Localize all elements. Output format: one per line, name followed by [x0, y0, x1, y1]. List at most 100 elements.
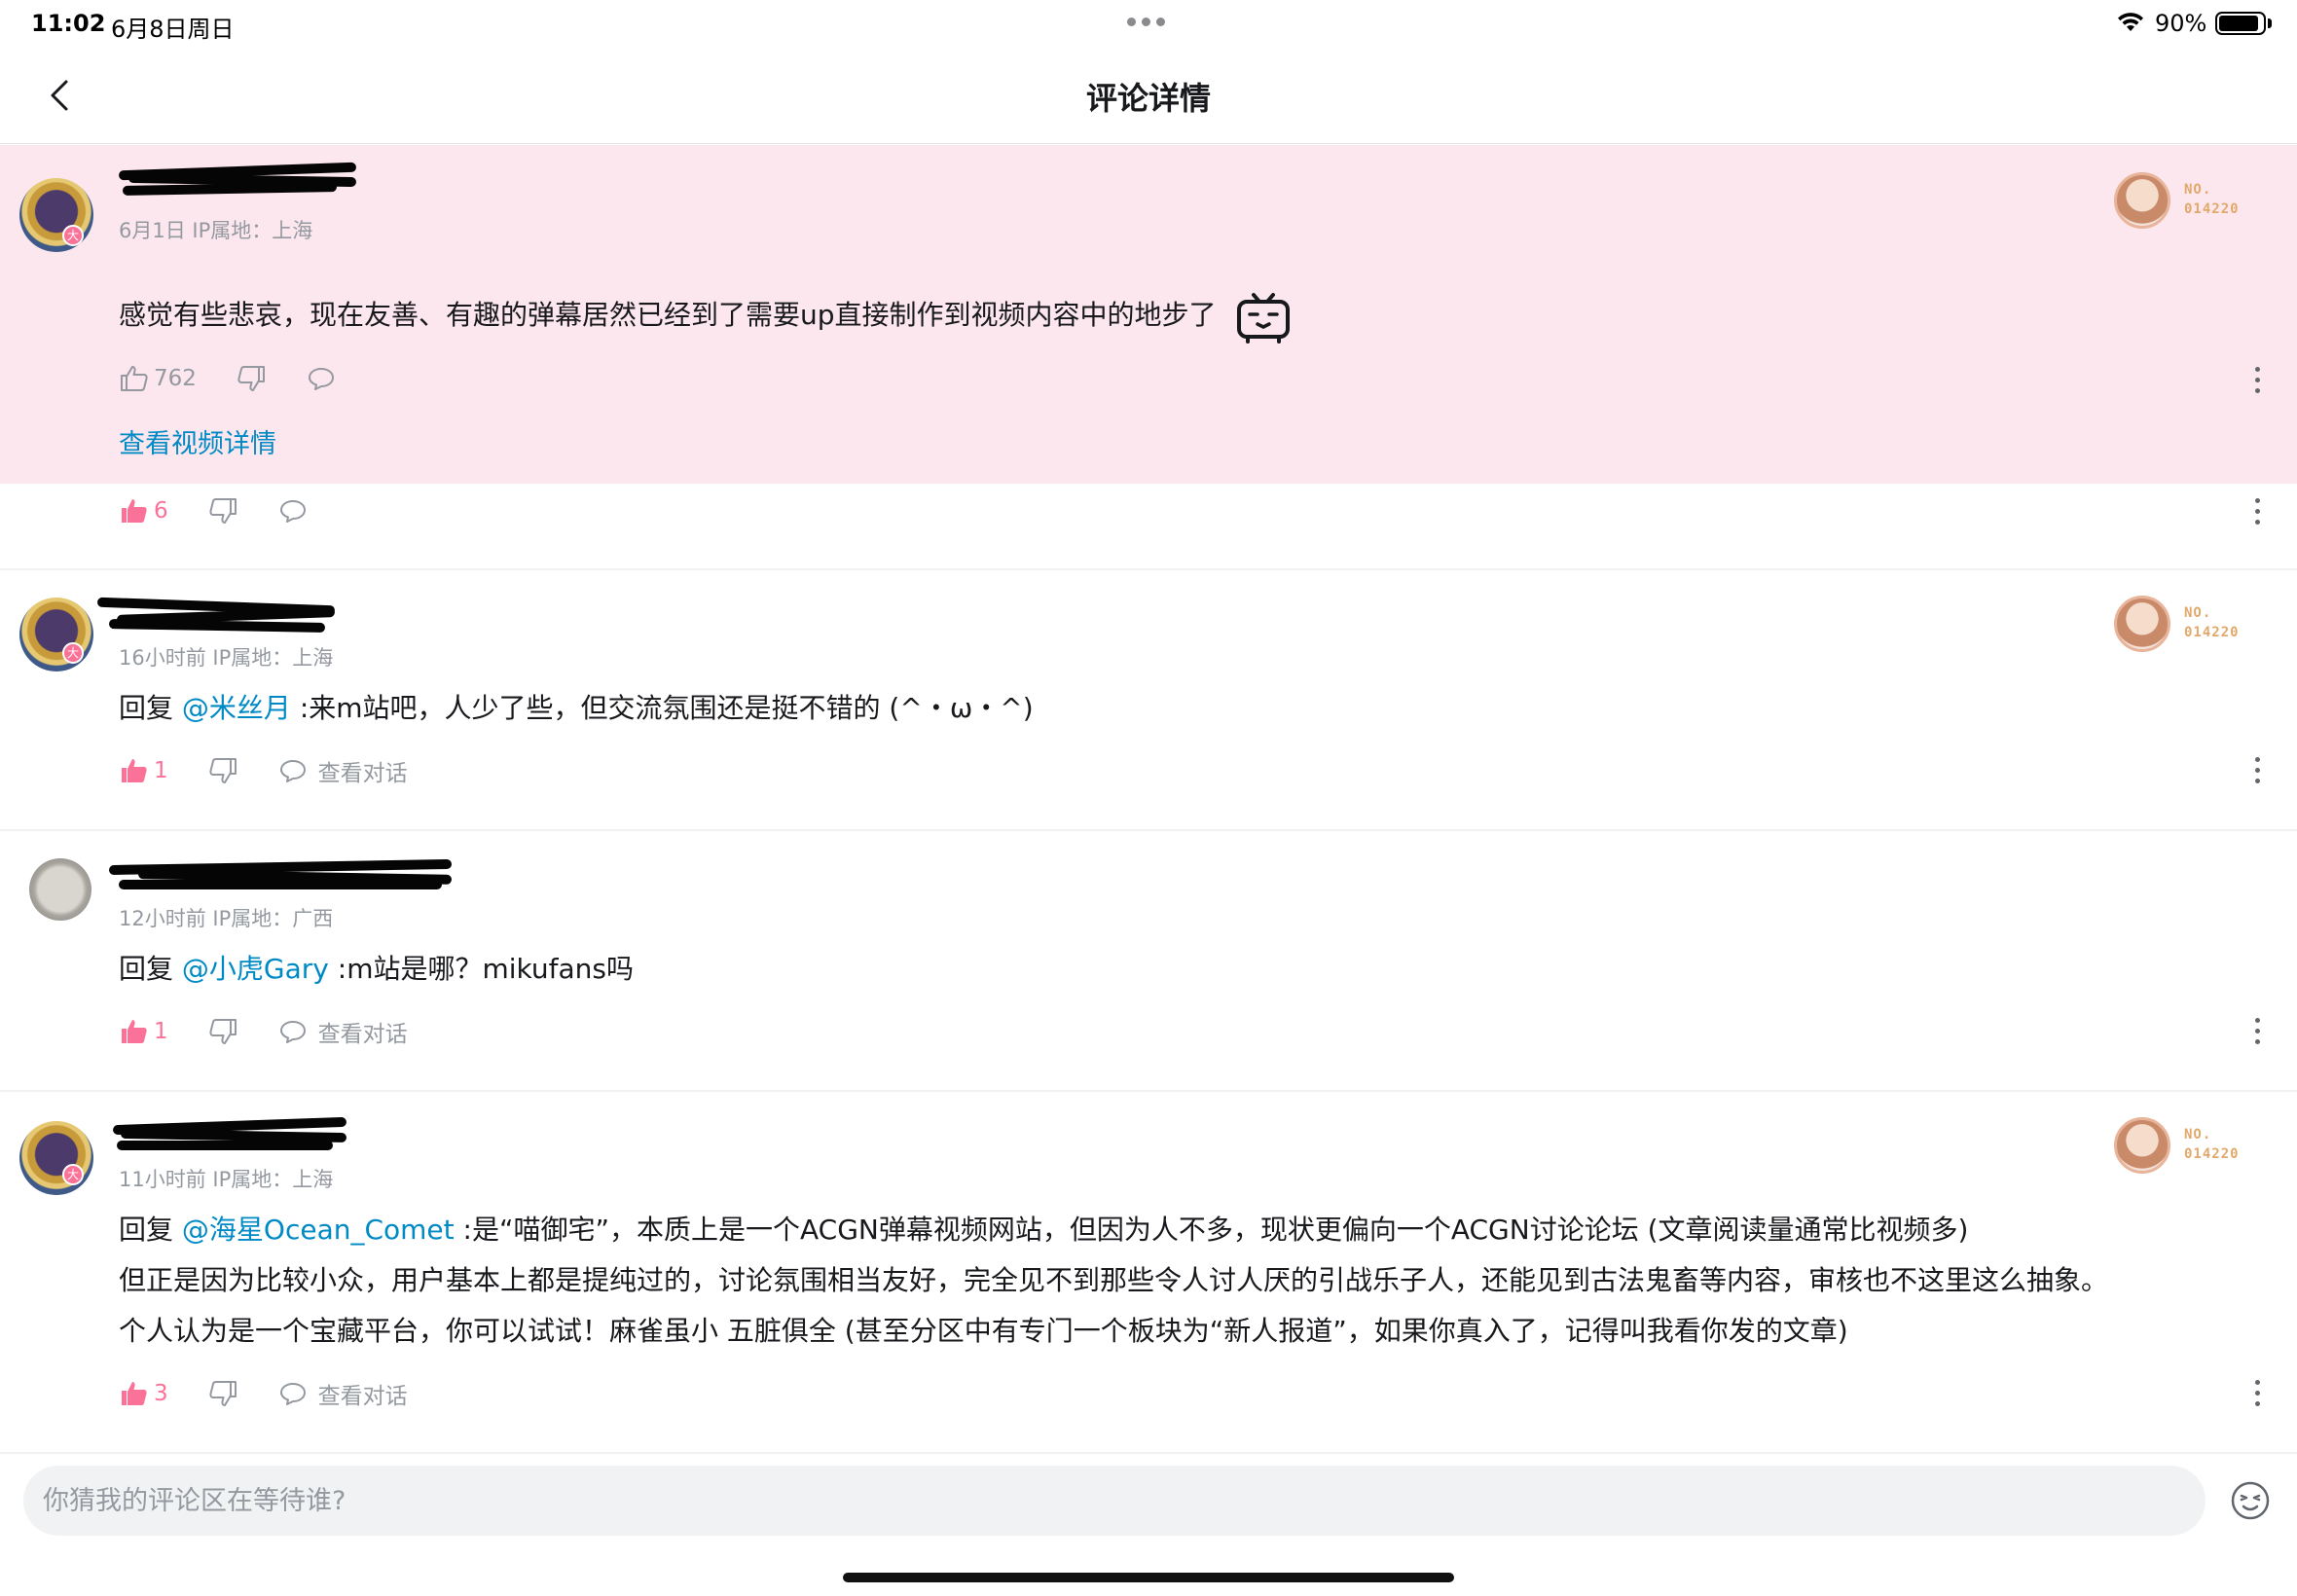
divider — [0, 1452, 2297, 1454]
more-icon[interactable] — [2253, 367, 2261, 394]
bilibili-tv-emoji-icon — [1237, 293, 1291, 344]
comment-meta: 16小时前 IP属地：上海 — [119, 646, 334, 670]
comment-icon — [279, 760, 306, 782]
reply-button[interactable]: 查看对话 — [277, 1015, 408, 1048]
dislike-button[interactable] — [207, 1378, 238, 1409]
home-indicator[interactable] — [843, 1573, 1454, 1582]
fan-badge-number: NO. 014220 — [2184, 182, 2240, 217]
comment-actions: 1 查看对话 — [119, 1012, 447, 1051]
avatar[interactable] — [19, 598, 93, 671]
wifi-icon — [2118, 13, 2143, 31]
fan-badge-avatar — [2114, 596, 2170, 652]
mention-link[interactable]: @海星Ocean_Comet — [182, 1214, 455, 1246]
divider — [0, 1090, 2297, 1092]
fan-badge: NO. 014220 — [2114, 596, 2250, 664]
comment-actions: 1 查看对话 — [119, 751, 447, 790]
status-date: 6月8日周日 — [111, 16, 235, 43]
dislike-button[interactable] — [207, 495, 238, 526]
emoji-icon[interactable] — [2229, 1479, 2272, 1522]
avatar[interactable] — [19, 178, 93, 252]
more-icon[interactable] — [2253, 757, 2261, 784]
multitask-dots-icon[interactable] — [1127, 18, 1165, 26]
status-bar: 11:02 6月8日周日 90% — [0, 0, 2297, 47]
fan-badge-avatar — [2114, 172, 2170, 229]
comment-text: 回复 @海星Ocean_Comet :是“喵御宅”，本质上是一个ACGN弹幕视频… — [119, 1205, 2241, 1357]
like-count: 1 — [154, 758, 168, 783]
like-button[interactable]: 1 — [119, 755, 168, 786]
comment-text: 回复 @米丝月 :来m站吧，人少了些，但交流氛围还是挺不错的 (^・ω・^) — [119, 692, 1034, 724]
thumb-up-icon — [122, 759, 147, 782]
reply-button[interactable]: 查看对话 — [277, 754, 408, 787]
more-icon[interactable] — [2253, 498, 2261, 526]
status-time: 11:02 — [31, 10, 106, 37]
comment-icon — [279, 1383, 306, 1405]
mention-link[interactable]: @米丝月 — [182, 692, 291, 724]
fan-badge-number: NO. 014220 — [2184, 1127, 2240, 1162]
dislike-button[interactable] — [236, 363, 267, 394]
level-badge: 大 — [62, 225, 84, 246]
battery-cap — [2268, 18, 2272, 28]
comment-input-bar[interactable] — [23, 1466, 2206, 1536]
thumb-up-icon — [121, 366, 148, 391]
comment-icon — [308, 368, 334, 390]
reply-button[interactable] — [306, 363, 337, 394]
main-comment: 大 6月1日 IP属地：上海 NO. 014220 感觉有些悲哀，现在友善、有趣的… — [0, 145, 2297, 484]
more-icon[interactable] — [2253, 1380, 2261, 1407]
mention-link[interactable]: @小虎Gary — [182, 953, 329, 985]
comment-input[interactable] — [23, 1466, 2206, 1536]
redacted-username — [112, 1116, 347, 1150]
partial-reply-actions: 6 — [119, 491, 347, 530]
comment-actions: 3 查看对话 — [119, 1374, 447, 1413]
comment-actions: 762 — [119, 359, 376, 398]
like-count: 3 — [154, 1381, 168, 1406]
comment-meta: 11小时前 IP属地：上海 — [119, 1168, 334, 1191]
redacted-username — [96, 597, 336, 633]
avatar[interactable] — [29, 858, 91, 921]
comment-text: 回复 @小虎Gary :m站是哪？mikufans吗 — [119, 953, 634, 985]
like-button[interactable]: 6 — [119, 495, 168, 526]
like-count: 762 — [154, 366, 197, 391]
thumb-up-icon — [122, 1382, 147, 1405]
like-count: 6 — [154, 498, 168, 524]
page-title: 评论详情 — [1085, 80, 1211, 117]
comment-line: 但正是因为比较小众，用户基本上都是提纯过的，讨论氛围相当友好，完全见不到那些令人… — [119, 1264, 2109, 1296]
comment-icon — [279, 1021, 306, 1043]
view-dialog-link[interactable]: 查看对话 — [318, 754, 408, 787]
nav-bar: 评论详情 — [0, 47, 2297, 144]
comment-meta: 6月1日 IP属地：上海 — [119, 219, 313, 242]
avatar[interactable] — [19, 1121, 93, 1195]
divider — [0, 568, 2297, 570]
level-badge: 大 — [62, 642, 84, 664]
more-icon[interactable] — [2253, 1018, 2261, 1045]
view-video-link[interactable]: 查看视频详情 — [119, 422, 276, 460]
fan-badge: NO. 014220 — [2114, 1117, 2250, 1185]
like-button[interactable]: 3 — [119, 1378, 168, 1409]
thumb-down-icon — [209, 1019, 237, 1044]
battery-percent: 90% — [2155, 10, 2207, 37]
thumb-down-icon — [209, 498, 237, 524]
comment-text: 感觉有些悲哀，现在友善、有趣的弹幕居然已经到了需要up直接制作到视频内容中的地步… — [119, 287, 1293, 345]
divider — [0, 829, 2297, 831]
thumb-up-icon — [122, 499, 147, 523]
redacted-username — [118, 162, 357, 196]
dislike-button[interactable] — [207, 1016, 238, 1047]
comment-meta: 12小时前 IP属地：广西 — [119, 907, 334, 930]
fan-badge: NO. 014220 — [2114, 172, 2250, 240]
fan-badge-avatar — [2114, 1117, 2170, 1174]
reply-button[interactable] — [277, 495, 309, 526]
view-dialog-link[interactable]: 查看对话 — [318, 1377, 408, 1410]
thumb-down-icon — [237, 366, 265, 391]
comment-line: 个人认为是一个宝藏平台，你可以试试！麻雀虽小 五脏俱全 (甚至分区中有专门一个板… — [119, 1315, 1848, 1347]
fan-badge-number: NO. 014220 — [2184, 605, 2240, 640]
view-dialog-link[interactable]: 查看对话 — [318, 1015, 408, 1048]
dislike-button[interactable] — [207, 755, 238, 786]
thumb-down-icon — [209, 758, 237, 783]
level-badge: 大 — [62, 1164, 84, 1185]
redacted-username — [108, 858, 453, 889]
like-button[interactable]: 1 — [119, 1016, 168, 1047]
reply-button[interactable]: 查看对话 — [277, 1377, 408, 1410]
like-button[interactable]: 762 — [119, 363, 197, 394]
comment-icon — [279, 500, 306, 523]
like-count: 1 — [154, 1019, 168, 1044]
thumb-down-icon — [209, 1381, 237, 1406]
